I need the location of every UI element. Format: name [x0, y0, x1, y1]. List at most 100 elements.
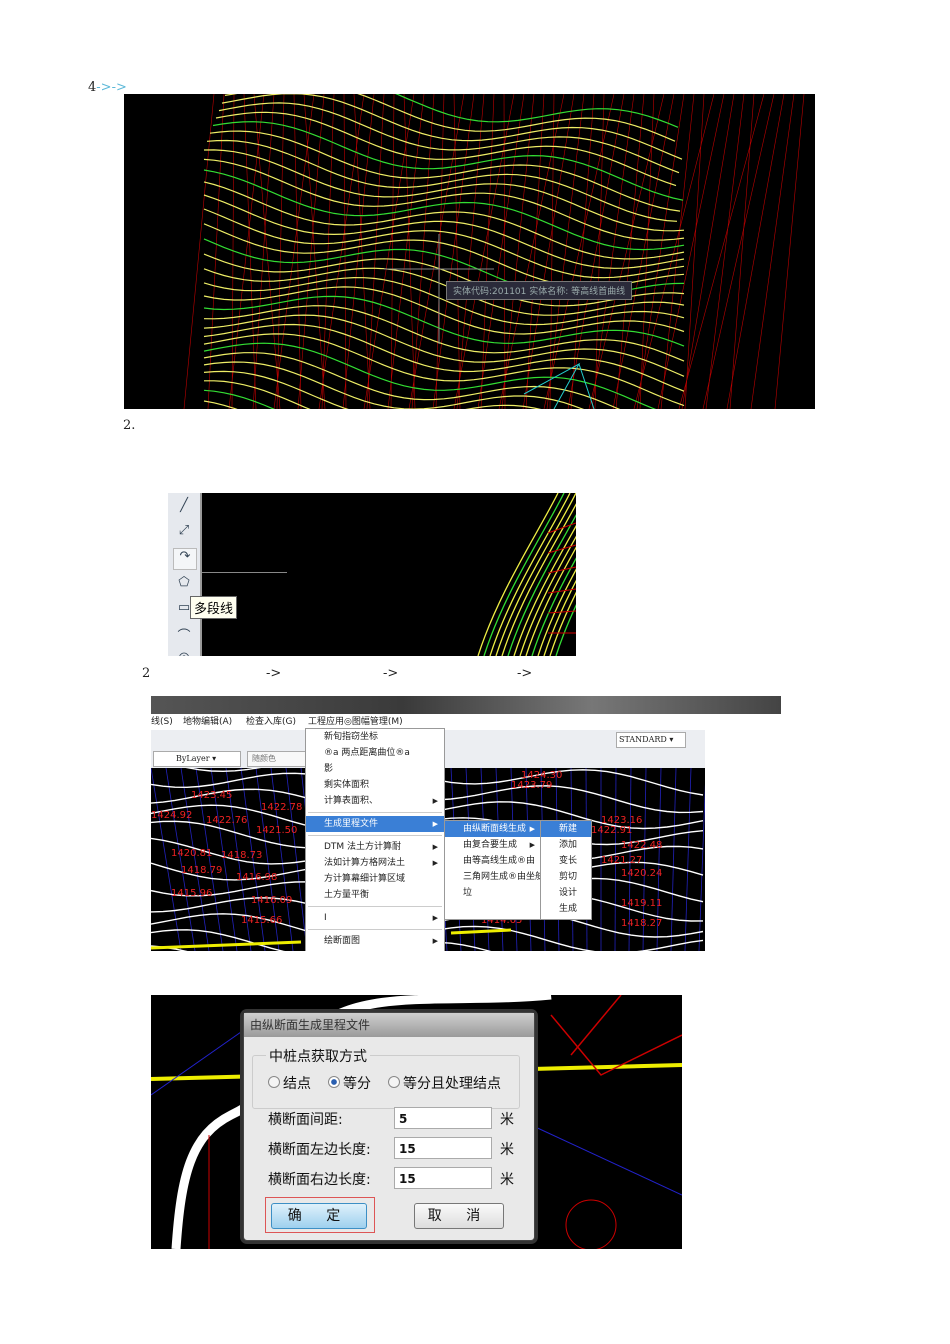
step-arrows: ->-> [96, 80, 127, 95]
tin-edge [612, 94, 675, 409]
engineering-menu: 新旬指窃坐标 ®a 两点距离曲位®a 影剩实体面积计算表面积、 ▶ 生成里程文件 ▶ DTM… [305, 728, 445, 951]
menu-item[interactable]: 方计算幕细计算区域 [306, 871, 444, 887]
elevation-label: 1418.73 [221, 850, 262, 861]
menu-item-label: 新旬指窃坐标 [324, 732, 379, 742]
field-input[interactable]: 15 [394, 1167, 492, 1189]
blank-area [705, 768, 781, 951]
submenu-item[interactable]: 剪切 [541, 869, 591, 885]
contour-line [204, 380, 311, 409]
radio-option[interactable]: 结点 [268, 1073, 311, 1093]
field-input[interactable]: 5 [394, 1107, 492, 1129]
radio-label: 等分 [343, 1076, 371, 1092]
menu-item-label: 方计算幕细计算区域 [324, 874, 406, 884]
line-tool-icon[interactable]: ╱ [173, 498, 195, 518]
radio-button[interactable] [268, 1076, 280, 1088]
radio-button[interactable] [388, 1076, 400, 1088]
cancel-button[interactable]: 取 消 [414, 1203, 504, 1229]
submenu-arrow-icon: ▶ [529, 825, 535, 833]
color-select[interactable]: 随颜色 [247, 751, 307, 767]
field-input[interactable]: 15 [394, 1137, 492, 1159]
submenu-item[interactable]: 生成 [541, 901, 591, 917]
contour-line [209, 130, 681, 212]
elevation-label: 1421.27 [601, 855, 642, 866]
tin-edge [435, 94, 445, 409]
submenu-item[interactable]: 三角网生成®由坐舷件 [445, 869, 553, 885]
menu-check[interactable]: 检查入库(G) [246, 714, 296, 727]
menu-item-label: 由纵断面线生成 [463, 824, 527, 834]
circle-tool-icon[interactable]: ◎ [173, 650, 195, 656]
menu-item[interactable]: 法如计算方格网法土 ▶ [306, 855, 444, 871]
polyline-tool-icon[interactable]: ↷ [173, 548, 197, 570]
menu-item[interactable]: DTM 法土方计算耐 ▶ [306, 839, 444, 855]
elevation-label: 1422.76 [206, 815, 247, 826]
menu-item-label: I [324, 913, 327, 923]
tin-edge [303, 94, 326, 409]
menu-line[interactable]: 线(S) [151, 714, 173, 727]
contour-line [507, 514, 576, 656]
radio-option[interactable]: 等分且处理结点 [388, 1073, 501, 1093]
arc-tool-icon[interactable]: ⌒ [173, 625, 195, 645]
contour-line [203, 400, 238, 409]
menu-item-label: 计算表面积、 [324, 796, 379, 806]
elevation-label: 1422.91 [591, 825, 632, 836]
field-label: 横断面左边长度: [268, 1142, 371, 1158]
elevation-label: 1421.50 [256, 825, 297, 836]
tin-edge [684, 94, 705, 409]
submenu-arrow-icon: ▶ [432, 797, 438, 805]
step-number: 2 [142, 666, 151, 681]
menu-item[interactable]: I ▶ [306, 910, 444, 926]
submenu-item[interactable]: 由纵断面线生成 ▶ [445, 821, 541, 837]
submenu-item[interactable]: 添加 [541, 837, 591, 853]
submenu-arrow-icon: ▶ [432, 859, 438, 867]
menu-item[interactable]: 新旬指窃坐标 [306, 729, 444, 745]
menu-item[interactable]: 影 [306, 761, 444, 777]
elevation-label: 1418.79 [181, 865, 222, 876]
menu-item-label: 剩实体面积 [324, 780, 370, 790]
linetype-select[interactable]: ByLayer ▾ [153, 751, 241, 767]
step-heading: 4->-> [88, 80, 127, 95]
unit-label: 米 [500, 1112, 514, 1128]
menu-item[interactable]: 计算表面积、 ▶ [306, 793, 444, 809]
submenu-item[interactable]: 垃 [445, 885, 541, 901]
menu-item[interactable]: ®a 两点距离曲位®a [306, 745, 444, 761]
ray-tool-icon[interactable]: ⤢ [173, 523, 195, 543]
polygon-tool-icon[interactable]: ⬠ [173, 575, 195, 595]
submenu-item[interactable]: 由复合要生成 ▶ [445, 837, 541, 853]
menu-item-label: 设计 [559, 888, 578, 898]
tin-edge [657, 94, 725, 409]
menu-bar: 线(S) 地物编辑(A) 检查入库(G) 工程应用◎图幅管理(M) [151, 714, 711, 728]
contour-line [489, 493, 571, 656]
tin-edge [636, 94, 685, 409]
tin-edge [252, 94, 275, 409]
submenu-item[interactable]: 由等高线生成®由 [445, 853, 541, 869]
menu-separator [308, 835, 442, 836]
radio-button[interactable] [328, 1076, 340, 1088]
elevation-label: 1415.66 [241, 915, 282, 926]
menu-item[interactable]: 土方量平衡 [306, 887, 444, 903]
tin-edge [522, 94, 575, 409]
menu-item-label: 垃 [463, 888, 473, 898]
submenu-arrow-icon: ▶ [529, 841, 535, 849]
contour-line [483, 493, 565, 656]
submenu-item[interactable]: 新建 [541, 821, 591, 837]
draw-toolbar: ╱ ⤢ ↷ ⬠ ▭ ⌒ ◎ [168, 493, 202, 656]
ok-button[interactable]: 确 定 [271, 1203, 367, 1229]
menu-engineering[interactable]: 工程应用◎图幅管理(M) [308, 714, 403, 727]
textstyle-select[interactable]: STANDARD ▾ [616, 732, 686, 748]
submenu-item[interactable]: 设计 [541, 885, 591, 901]
elevation-label: 1419.11 [621, 898, 662, 909]
menu-item-label: 由等高线生成®由 [463, 856, 536, 866]
submenu-arrow-icon: ▶ [432, 914, 438, 922]
radio-option[interactable]: 等分 [328, 1073, 371, 1093]
menu-feature-edit[interactable]: 地物编辑(A) [183, 714, 232, 727]
step-arrow: -> [266, 666, 282, 681]
menu-item-label: 新建 [559, 824, 578, 834]
tin-edge [678, 94, 765, 409]
menu-item[interactable]: 剩实体面积 [306, 777, 444, 793]
menu-item-label: 法如计算方格网法土 [324, 858, 406, 868]
menu-item[interactable]: 绘断面图 ▶ [306, 933, 444, 949]
menu-item-label: 变长 [559, 856, 578, 866]
menu-item-label: 剪切 [559, 872, 578, 882]
submenu-item[interactable]: 变长 [541, 853, 591, 869]
menu-item[interactable]: 生成里程文件 ▶ [306, 816, 444, 832]
